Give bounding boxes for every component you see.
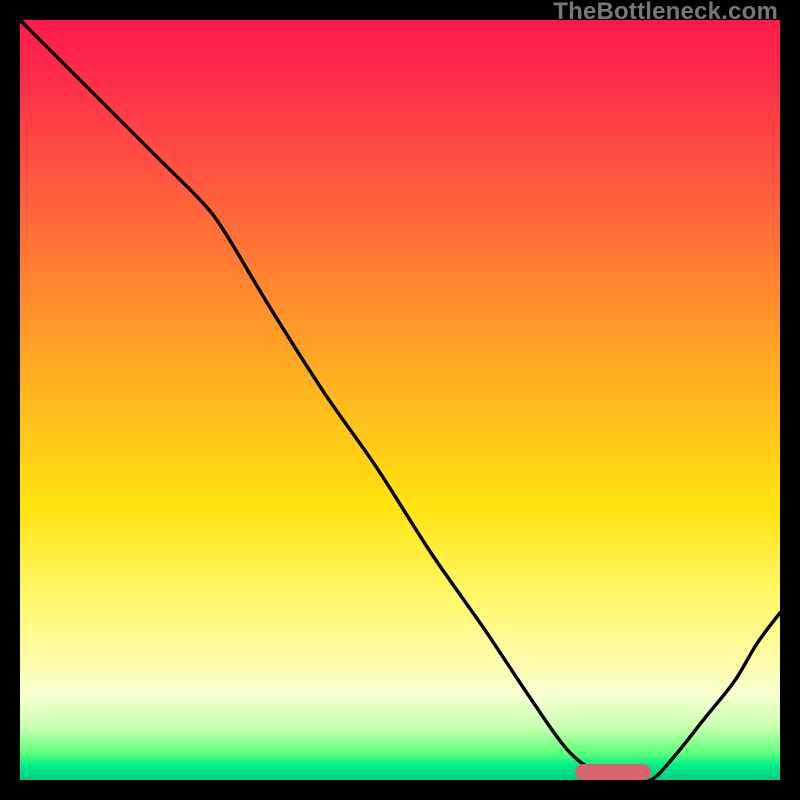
chart-frame [20, 20, 780, 780]
curve-path [20, 20, 780, 782]
optimal-marker [575, 764, 651, 780]
bottleneck-curve [20, 20, 780, 780]
